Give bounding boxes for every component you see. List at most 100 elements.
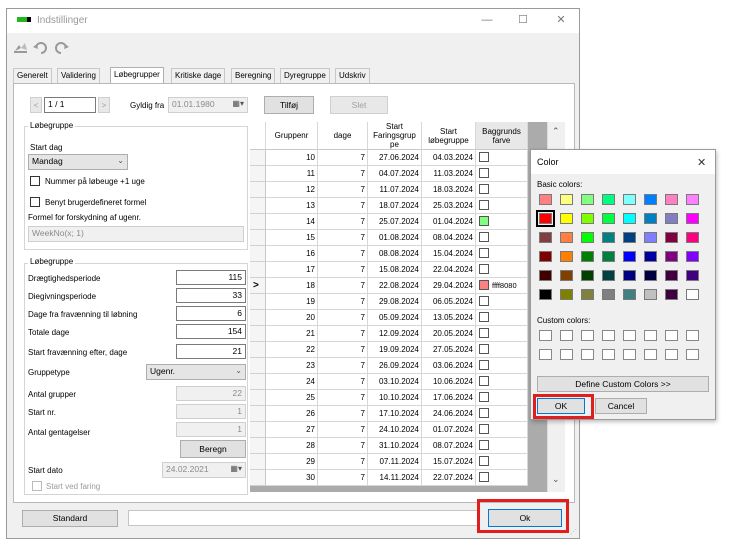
cell-dage[interactable]: 7 (318, 310, 368, 326)
cell-gruppenr[interactable]: 20 (266, 310, 318, 326)
custom-color-swatch[interactable] (623, 349, 636, 360)
cell-baggrundsfarve[interactable] (476, 454, 528, 470)
cell-gruppenr[interactable]: 29 (266, 454, 318, 470)
refresh-icon[interactable] (13, 41, 27, 55)
cell-dage[interactable]: 7 (318, 230, 368, 246)
cell-start-faring[interactable]: 15.08.2024 (368, 262, 422, 278)
basic-color-swatch[interactable] (560, 213, 573, 224)
basic-color-swatch[interactable] (665, 213, 678, 224)
basic-color-swatch[interactable] (665, 194, 678, 205)
basic-color-swatch[interactable] (581, 232, 594, 243)
minimize-button[interactable]: — (475, 12, 499, 28)
basic-color-swatch[interactable] (644, 289, 657, 300)
basic-color-swatch[interactable] (623, 194, 636, 205)
cell-start-lob[interactable]: 08.07.2024 (422, 438, 476, 454)
cell-start-faring[interactable]: 29.08.2024 (368, 294, 422, 310)
row-header[interactable] (250, 342, 266, 358)
cell-start-faring[interactable]: 31.10.2024 (368, 438, 422, 454)
cell-gruppenr[interactable]: 24 (266, 374, 318, 390)
cell-start-lob[interactable]: 15.07.2024 (422, 454, 476, 470)
tab-udskriv[interactable]: Udskriv (335, 68, 370, 83)
row-header[interactable] (250, 406, 266, 422)
cell-dage[interactable]: 7 (318, 246, 368, 262)
tab-lobegrupper[interactable]: Løbegrupper (110, 67, 164, 84)
basic-color-swatch[interactable] (602, 213, 615, 224)
basic-color-swatch[interactable] (539, 270, 552, 281)
basic-color-swatch[interactable] (686, 213, 699, 224)
basic-color-swatch[interactable] (539, 251, 552, 262)
cell-gruppenr[interactable]: 10 (266, 150, 318, 166)
row-header[interactable] (250, 230, 266, 246)
start-ved-faring-checkbox[interactable] (32, 481, 42, 491)
custom-color-swatch[interactable] (623, 330, 636, 341)
basic-color-swatch[interactable] (665, 232, 678, 243)
basic-color-swatch[interactable] (539, 232, 552, 243)
cell-gruppenr[interactable]: 13 (266, 198, 318, 214)
cell-start-lob[interactable]: 06.05.2024 (422, 294, 476, 310)
cell-gruppenr[interactable]: 25 (266, 390, 318, 406)
cell-start-lob[interactable]: 08.04.2024 (422, 230, 476, 246)
cell-baggrundsfarve[interactable] (476, 406, 528, 422)
tab-generelt[interactable]: Generelt (13, 68, 52, 83)
cell-start-faring[interactable]: 18.07.2024 (368, 198, 422, 214)
basic-color-swatch[interactable] (644, 270, 657, 281)
custom-color-swatch[interactable] (560, 349, 573, 360)
basic-color-swatch[interactable] (581, 251, 594, 262)
custom-color-swatch[interactable] (602, 330, 615, 341)
basic-color-swatch[interactable] (644, 194, 657, 205)
cell-start-faring[interactable]: 11.07.2024 (368, 182, 422, 198)
cell-start-lob[interactable]: 18.03.2024 (422, 182, 476, 198)
basic-color-swatch[interactable] (623, 251, 636, 262)
cell-start-lob[interactable]: 11.03.2024 (422, 166, 476, 182)
start-dato-field[interactable]: 24.02.2021 ▦▾ (162, 462, 246, 478)
cell-start-lob[interactable]: 17.06.2024 (422, 390, 476, 406)
cell-gruppenr[interactable]: 22 (266, 342, 318, 358)
basic-color-swatch[interactable] (665, 270, 678, 281)
basic-color-swatch[interactable] (560, 194, 573, 205)
cell-dage[interactable]: 7 (318, 454, 368, 470)
custom-color-swatch[interactable] (665, 349, 678, 360)
basic-color-swatch[interactable] (686, 270, 699, 281)
cell-gruppenr[interactable]: 14 (266, 214, 318, 230)
cell-dage[interactable]: 7 (318, 342, 368, 358)
custom-color-swatch[interactable] (581, 349, 594, 360)
record-position-field[interactable]: 1 / 1 (44, 97, 96, 113)
cell-dage[interactable]: 7 (318, 278, 368, 294)
cell-start-lob[interactable]: 01.04.2024 (422, 214, 476, 230)
cell-baggrundsfarve[interactable] (476, 150, 528, 166)
cell-start-faring[interactable]: 27.06.2024 (368, 150, 422, 166)
cell-baggrundsfarve[interactable] (476, 438, 528, 454)
calendar-dropdown-icon[interactable]: ▦▾ (230, 464, 242, 473)
color-cancel-button[interactable]: Cancel (595, 398, 647, 414)
custom-color-swatch[interactable] (539, 330, 552, 341)
cell-start-faring[interactable]: 12.09.2024 (368, 326, 422, 342)
cell-dage[interactable]: 7 (318, 390, 368, 406)
cell-start-faring[interactable]: 04.07.2024 (368, 166, 422, 182)
row-header[interactable] (250, 438, 266, 454)
custom-color-swatch[interactable] (539, 349, 552, 360)
cell-start-lob[interactable]: 04.03.2024 (422, 150, 476, 166)
basic-color-swatch[interactable] (665, 289, 678, 300)
row-header[interactable] (250, 262, 266, 278)
basic-color-swatch[interactable] (602, 270, 615, 281)
cell-start-lob[interactable]: 22.07.2024 (422, 470, 476, 486)
row-header[interactable] (250, 358, 266, 374)
next-record-button[interactable]: > (98, 97, 110, 113)
tab-kritiske-dage[interactable]: Kritiske dage (171, 68, 226, 83)
basic-color-swatch[interactable] (560, 289, 573, 300)
basic-color-swatch[interactable] (644, 213, 657, 224)
basic-color-swatch[interactable] (644, 251, 657, 262)
cell-start-lob[interactable]: 01.07.2024 (422, 422, 476, 438)
cell-gruppenr[interactable]: 18 (266, 278, 318, 294)
custom-color-swatch[interactable] (581, 330, 594, 341)
basic-color-swatch[interactable] (560, 270, 573, 281)
gyldig-fra-date-field[interactable]: 01.01.1980 ▦▾ (168, 97, 248, 113)
tab-validering[interactable]: Validering (57, 68, 100, 83)
cell-gruppenr[interactable]: 11 (266, 166, 318, 182)
row-header[interactable] (250, 150, 266, 166)
cell-start-lob[interactable]: 10.06.2024 (422, 374, 476, 390)
basic-color-swatch[interactable] (686, 251, 699, 262)
cell-start-faring[interactable]: 03.10.2024 (368, 374, 422, 390)
cell-baggrundsfarve[interactable] (476, 326, 528, 342)
row-header[interactable] (250, 214, 266, 230)
